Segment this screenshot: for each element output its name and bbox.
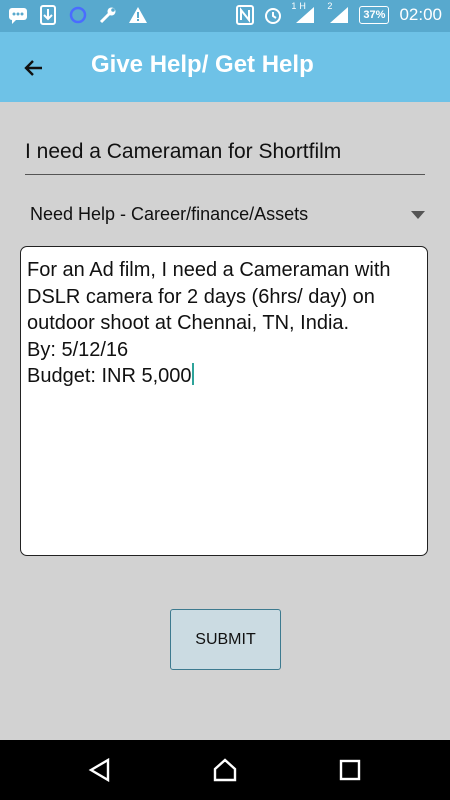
sim1-label: 1: [291, 1, 297, 11]
clock: 02:00: [399, 5, 442, 24]
nav-back-button[interactable]: [87, 757, 113, 783]
description-textarea[interactable]: For an Ad film, I need a Cameraman with …: [20, 246, 428, 556]
dropdown-arrow-icon: [411, 206, 425, 224]
submit-button[interactable]: SUBMIT: [170, 609, 281, 670]
triangle-back-icon: [88, 758, 110, 782]
home-icon: [213, 758, 237, 782]
category-selected: Need Help - Career/finance/Assets: [30, 204, 309, 224]
signal-icon: 1 H: [291, 1, 319, 25]
status-bar-notifications: [8, 5, 148, 25]
status-bar-system: 1 H 2 37% 02:00: [235, 1, 442, 25]
sim2-label: 2: [327, 1, 333, 11]
alarm-icon: [263, 5, 283, 25]
status-bar: 1 H 2 37% 02:00: [0, 0, 450, 32]
request-title-field[interactable]: I need a Cameraman for Shortfilm: [25, 132, 425, 175]
chat-icon: [8, 5, 28, 25]
network-type-label: H: [299, 1, 306, 11]
wrench-icon: [98, 5, 118, 25]
battery-icon: 37%: [359, 6, 390, 24]
category-spinner[interactable]: Need Help - Career/finance/Assets: [30, 198, 425, 232]
battery-level: 37%: [363, 9, 386, 21]
nfc-icon: [235, 5, 255, 25]
nav-home-button[interactable]: [212, 757, 238, 783]
download-icon: [38, 5, 58, 25]
navigation-bar: [0, 740, 450, 800]
warning-icon: [128, 5, 148, 25]
sync-icon: [68, 5, 88, 25]
app-bar: Give Help/ Get Help: [0, 32, 450, 102]
back-button[interactable]: [18, 52, 50, 84]
page-title: Give Help/ Get Help: [91, 51, 314, 78]
description-text: For an Ad film, I need a Cameraman with …: [27, 259, 391, 387]
nav-recents-button[interactable]: [337, 757, 363, 783]
square-recents-icon: [339, 759, 361, 781]
text-cursor: [191, 363, 194, 385]
signal-icon: 2: [327, 1, 351, 25]
arrow-left-icon: [24, 60, 42, 76]
